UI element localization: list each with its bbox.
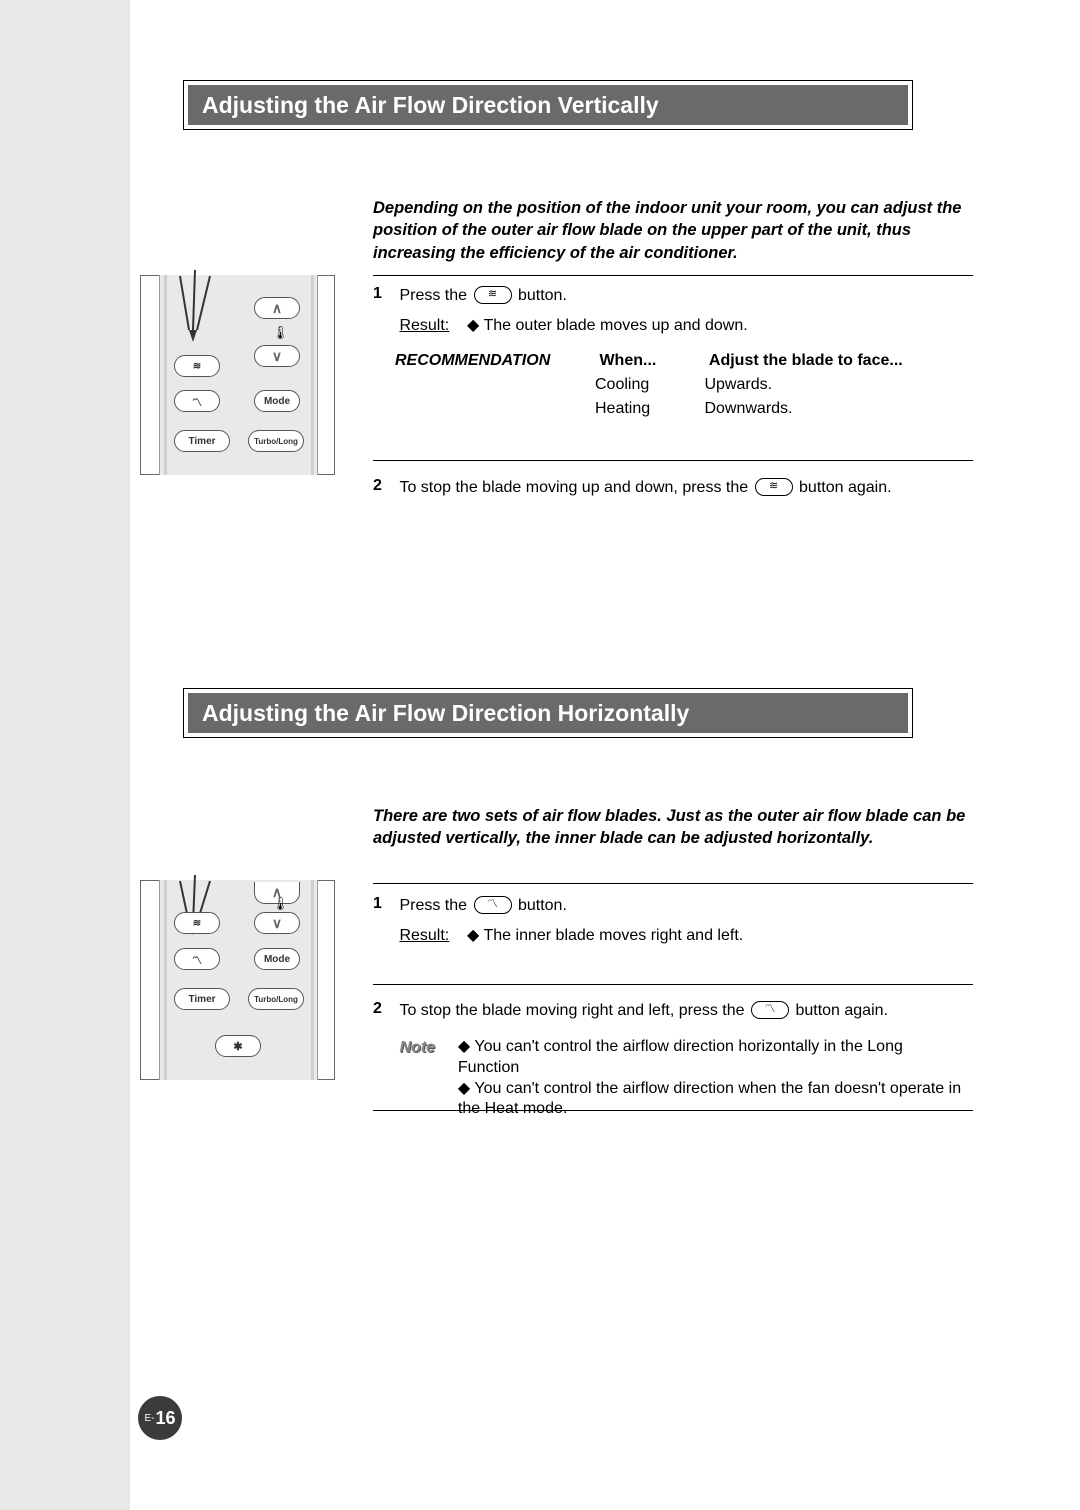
step2-post: button again. [799,479,892,496]
remote-swing-h-button: 〽 [174,948,220,970]
note-label: Note [399,1037,453,1059]
rec-row: Cooling Upwards. [595,376,772,394]
result-text: The outer blade moves up and down. [484,317,748,334]
result-text: The inner blade moves right and left. [484,927,744,944]
result-label: Result: [399,317,449,334]
page-number-badge: E-16 [138,1396,182,1440]
rec-face: Upwards. [704,376,772,394]
remote-timer-button: Timer [174,430,230,452]
rec-when: Cooling [595,376,700,394]
remote-turbo-button: Turbo/Long [248,988,304,1010]
rec-col-face: Adjust the blade to face... [709,352,903,370]
divider [373,1110,973,1111]
divider [373,984,973,985]
page-prefix: E- [144,1413,154,1424]
rec-row: Heating Downwards. [595,400,792,418]
step2-pre: To stop the blade moving right and left,… [399,1002,744,1019]
intro-horizontal: There are two sets of air flow blades. J… [373,805,973,850]
note-horizontal: Note ◆ You can't control the airflow dir… [373,1037,973,1120]
step-2-horizontal: 2 To stop the blade moving right and lef… [373,1000,973,1022]
highlight-rays-icon [155,270,235,360]
step1-pre: Press the [399,287,467,304]
step1-post: button. [518,897,567,914]
swing-horizontal-button-icon: 〽 [474,896,512,914]
remote-mode-button: Mode [254,390,300,412]
step-1-result-vertical: Result: ◆ The outer blade moves up and d… [373,315,973,337]
remote-illustration-horizontal: ∧ 🌡 ∨ ≋ 〽 Mode Timer Turbo/Long ✱ [140,880,335,1080]
divider [373,883,973,884]
remote-down-button: ∨ [254,912,300,934]
section-title-vertical: Adjusting the Air Flow Direction Vertica… [202,92,659,119]
remote-fan-button: ✱ [215,1035,261,1057]
result-label: Result: [399,927,449,944]
remote-up-button: ∧ [254,297,300,319]
step2-post: button again. [795,1002,888,1019]
section-header-horizontal: Adjusting the Air Flow Direction Horizon… [183,688,913,738]
step1-post: button. [518,287,567,304]
recommendation-header: RECOMMENDATION When... Adjust the blade … [395,352,903,370]
rec-when: Heating [595,400,700,418]
swing-vertical-button-icon: ≋ [755,478,793,496]
step2-pre: To stop the blade moving up and down, pr… [399,479,748,496]
remote-mode-button: Mode [254,948,300,970]
swing-horizontal-button-icon: 〽 [751,1001,789,1019]
remote-swing-v-button: ≋ [174,355,220,377]
note-text-2: You can't control the airflow direction … [458,1080,961,1118]
rec-face: Downwards. [704,400,792,418]
note-text-1: You can't control the airflow direction … [458,1038,903,1076]
swing-vertical-button-icon: ≋ [474,286,512,304]
rec-col-when: When... [599,352,704,370]
remote-timer-button: Timer [174,988,230,1010]
intro-vertical: Depending on the position of the indoor … [373,197,973,264]
recommendation-label: RECOMMENDATION [395,352,595,370]
step-1-vertical: 1 Press the ≋ button. [373,285,973,307]
page-number: 16 [155,1408,175,1429]
left-margin-band [0,0,130,1510]
step-1-result-horizontal: Result: ◆ The inner blade moves right an… [373,925,973,947]
step1-pre: Press the [399,897,467,914]
divider [373,275,973,276]
remote-illustration-vertical: ∧ 🌡 ∨ ≋ 〽 Mode Timer Turbo/Long [140,275,335,475]
section-header-vertical: Adjusting the Air Flow Direction Vertica… [183,80,913,130]
remote-swing-v-button: ≋ [174,912,220,934]
step-2-vertical: 2 To stop the blade moving up and down, … [373,477,973,499]
section-title-horizontal: Adjusting the Air Flow Direction Horizon… [202,700,689,727]
step-1-horizontal: 1 Press the 〽 button. [373,895,973,917]
remote-swing-h-button: 〽 [174,390,220,412]
remote-down-button: ∨ [254,345,300,367]
remote-turbo-button: Turbo/Long [248,430,304,452]
divider [373,460,973,461]
